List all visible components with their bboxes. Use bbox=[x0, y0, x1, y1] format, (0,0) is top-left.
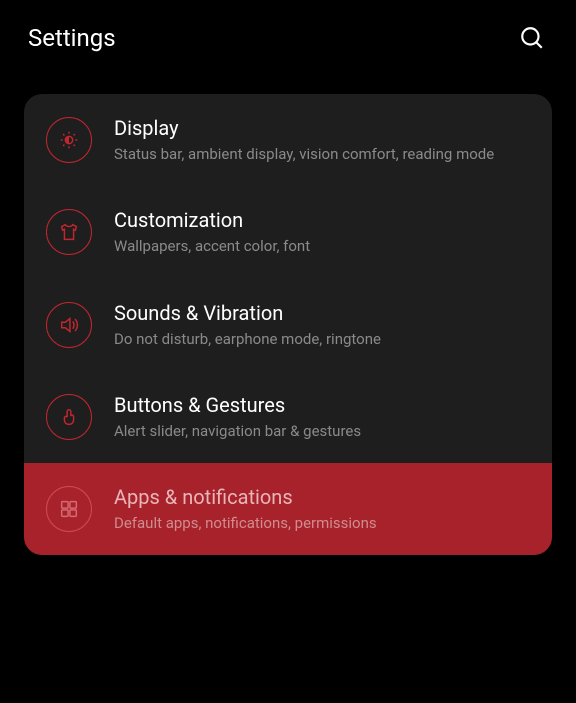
item-text: Apps & notifications Default apps, notif… bbox=[114, 485, 530, 533]
item-text: Sounds & Vibration Do not disturb, earph… bbox=[114, 301, 530, 349]
settings-item-sounds[interactable]: Sounds & Vibration Do not disturb, earph… bbox=[24, 279, 552, 371]
settings-panel: Display Status bar, ambient display, vis… bbox=[24, 94, 552, 555]
apps-icon bbox=[46, 486, 92, 532]
item-subtitle: Default apps, notifications, permissions bbox=[114, 513, 530, 533]
settings-item-apps[interactable]: Apps & notifications Default apps, notif… bbox=[24, 463, 552, 555]
settings-item-display[interactable]: Display Status bar, ambient display, vis… bbox=[24, 94, 552, 186]
header: Settings bbox=[0, 0, 576, 76]
item-subtitle: Do not disturb, earphone mode, ringtone bbox=[114, 329, 530, 349]
settings-item-buttons[interactable]: Buttons & Gestures Alert slider, navigat… bbox=[24, 371, 552, 463]
item-text: Buttons & Gestures Alert slider, navigat… bbox=[114, 393, 530, 441]
shirt-icon bbox=[46, 209, 92, 255]
gesture-icon bbox=[46, 394, 92, 440]
item-title: Customization bbox=[114, 208, 530, 232]
item-subtitle: Status bar, ambient display, vision comf… bbox=[114, 144, 530, 164]
settings-item-customization[interactable]: Customization Wallpapers, accent color, … bbox=[24, 186, 552, 278]
display-icon bbox=[46, 117, 92, 163]
item-subtitle: Alert slider, navigation bar & gestures bbox=[114, 421, 530, 441]
search-icon bbox=[519, 25, 545, 51]
item-text: Customization Wallpapers, accent color, … bbox=[114, 208, 530, 256]
item-title: Sounds & Vibration bbox=[114, 301, 530, 325]
page-title: Settings bbox=[28, 24, 116, 52]
item-title: Apps & notifications bbox=[114, 485, 530, 509]
item-subtitle: Wallpapers, accent color, font bbox=[114, 236, 530, 256]
item-title: Display bbox=[114, 116, 530, 140]
item-title: Buttons & Gestures bbox=[114, 393, 530, 417]
search-button[interactable] bbox=[516, 22, 548, 54]
speaker-icon bbox=[46, 302, 92, 348]
item-text: Display Status bar, ambient display, vis… bbox=[114, 116, 530, 164]
